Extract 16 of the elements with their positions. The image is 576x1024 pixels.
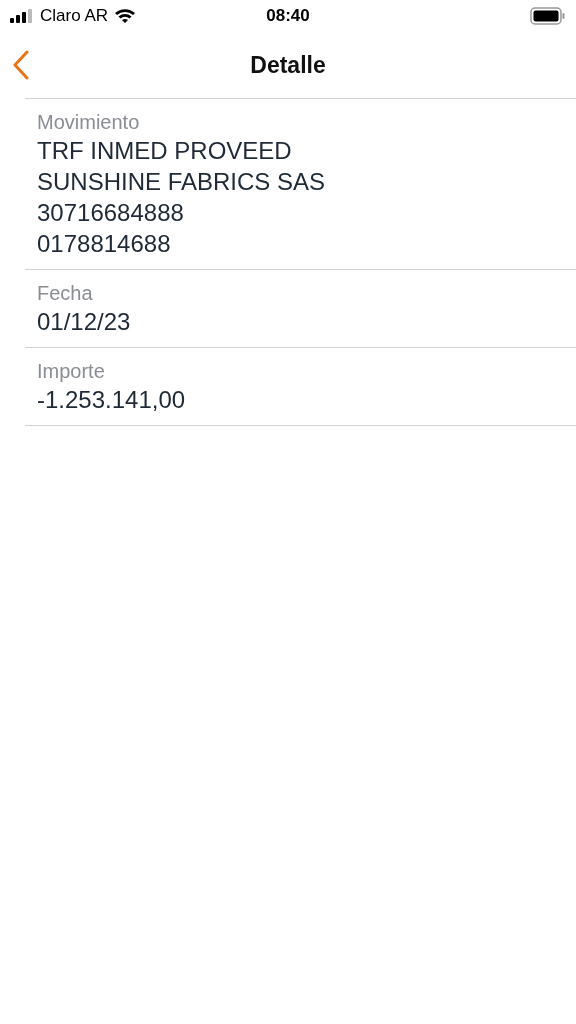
signal-icon: [10, 9, 34, 23]
field-label: Importe: [37, 359, 106, 384]
field-value: 30716684888: [37, 198, 185, 228]
field-label: Fecha: [37, 281, 94, 306]
status-time: 08:40: [265, 6, 311, 26]
field-label: Movimiento: [37, 110, 141, 135]
field-value: 0178814688: [37, 229, 172, 259]
field-value: -1.253.141,00: [37, 385, 187, 415]
field-value: TRF INMED PROVEED: [37, 136, 293, 166]
carrier-name: Claro AR: [40, 6, 109, 26]
chevron-left-icon: [12, 50, 30, 80]
field-value: 01/12/23: [37, 307, 132, 337]
field-value: SUNSHINE FABRICS SAS: [37, 167, 327, 197]
page-title: Detalle: [249, 51, 327, 79]
wifi-icon: [114, 8, 137, 24]
battery-icon: [530, 7, 566, 25]
